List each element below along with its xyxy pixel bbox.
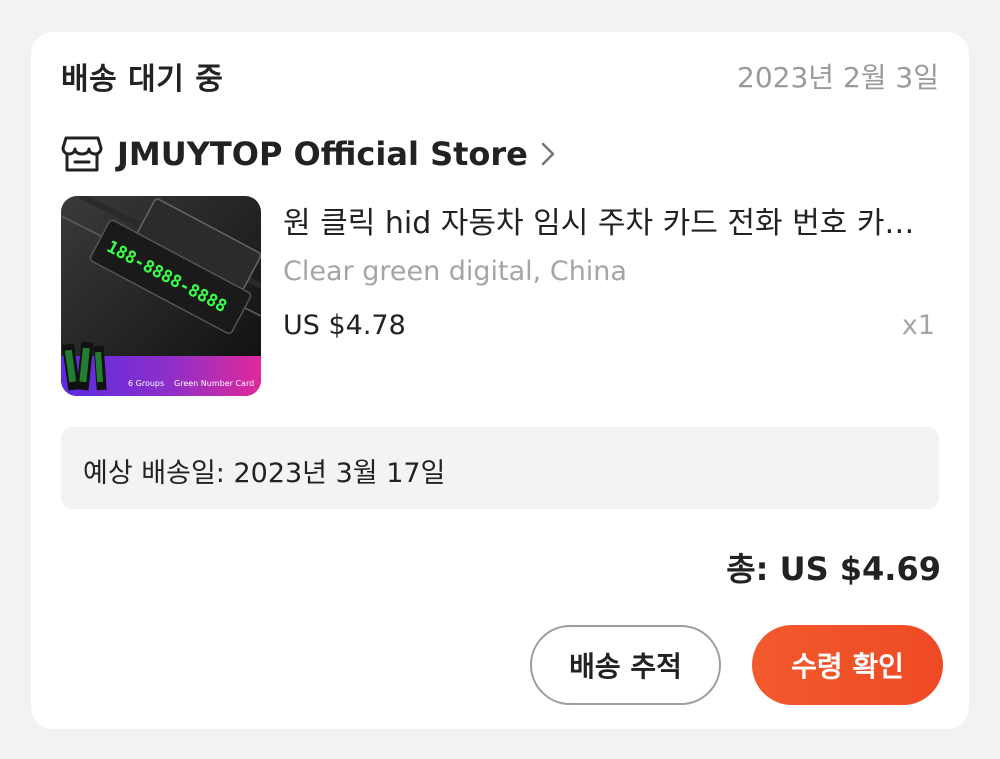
- order-card: 배송 대기 중 2023년 2월 3일 JMUYTOP Official Sto…: [31, 32, 969, 729]
- product-quantity: x1: [901, 310, 935, 341]
- chevron-right-icon: [540, 139, 560, 169]
- confirm-receipt-button[interactable]: 수령 확인: [752, 625, 943, 705]
- delivery-estimate-box: 예상 배송일: 2023년 3월 17일: [61, 427, 939, 509]
- product-image[interactable]: 188-8888-8888 6 Groups Green Number Card: [61, 196, 261, 396]
- product-title[interactable]: 원 클릭 hid 자동차 임시 주차 카드 전화 번호 카드 플레이트: [283, 198, 939, 242]
- product-variant: Clear green digital, China: [283, 256, 627, 287]
- order-status: 배송 대기 중: [61, 62, 224, 97]
- order-date: 2023년 2월 3일: [737, 61, 939, 94]
- store-link[interactable]: JMUYTOP Official Store: [61, 130, 560, 178]
- store-name: JMUYTOP Official Store: [117, 135, 528, 173]
- delivery-estimate: 예상 배송일: 2023년 3월 17일: [83, 458, 446, 489]
- product-image-caption-right: Green Number Card: [174, 379, 254, 388]
- order-total: 총: US $4.69: [726, 550, 941, 588]
- track-shipment-button[interactable]: 배송 추적: [530, 625, 721, 705]
- product-image-caption-left: 6 Groups: [128, 379, 164, 388]
- product-price: US $4.78: [283, 310, 406, 341]
- store-icon: [61, 134, 105, 174]
